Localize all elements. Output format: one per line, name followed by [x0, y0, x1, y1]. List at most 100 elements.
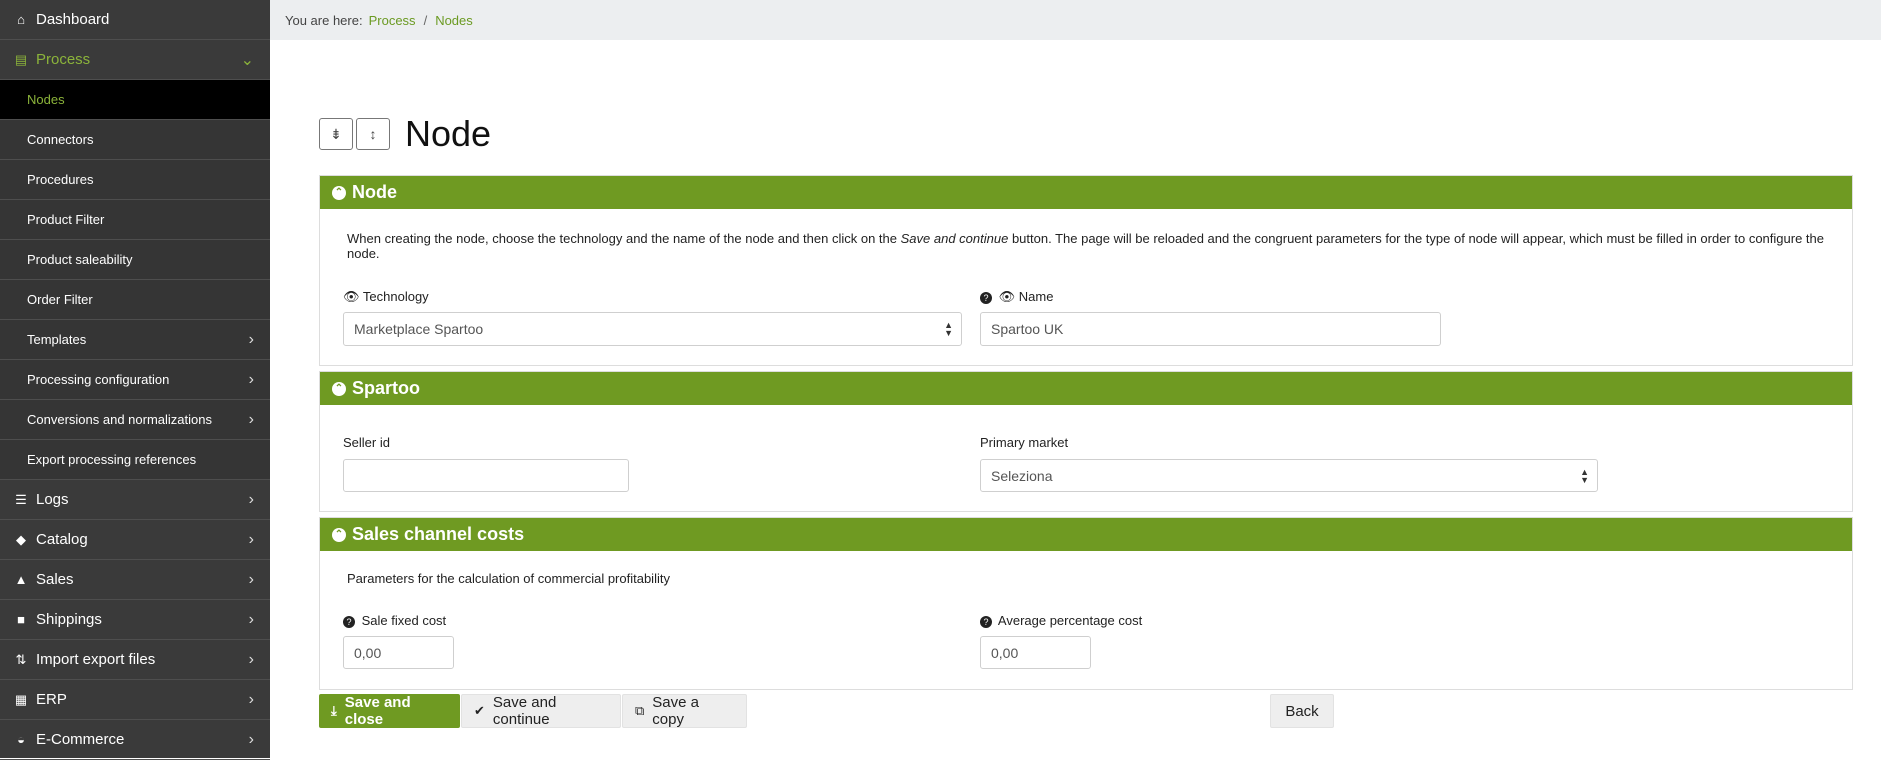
chevron-up-icon: ⌃: [332, 185, 346, 200]
sidebar-item-label: Export processing references: [27, 452, 197, 467]
node-description-em: Save and continue: [900, 231, 1009, 246]
import-export-icon: ⇅: [15, 651, 27, 667]
name-value: Spartoo UK: [991, 321, 1064, 337]
breadcrumb-link-process[interactable]: Process: [369, 13, 416, 28]
technology-label: 👁︎ Technology: [343, 289, 429, 305]
sidebar-item-sales[interactable]: ▲ Sales ›: [0, 560, 270, 600]
chevron-right-icon: ›: [248, 650, 254, 668]
sidebar-item-process[interactable]: ▤ Process ⌄: [0, 40, 270, 80]
costs-panel-title: Sales channel costs: [352, 524, 525, 544]
sidebar-item-label: Product Filter: [27, 212, 105, 227]
node-panel-header[interactable]: ⌃ Node: [320, 176, 1852, 209]
technology-value: Marketplace Spartoo: [354, 321, 484, 337]
chevron-up-icon: ⌃: [332, 527, 346, 542]
sidebar-item-label: Product saleability: [27, 252, 133, 267]
sidebar-item-processing-configuration[interactable]: Processing configuration ›: [0, 360, 270, 400]
save-and-close-label: Save and close: [344, 694, 411, 728]
node-panel: ⌃ Node When creating the node, choose th…: [319, 175, 1853, 366]
sidebar-item-procedures[interactable]: Procedures: [0, 160, 270, 200]
page-title: Node: [405, 113, 492, 154]
sale-fixed-cost-input[interactable]: 0,00: [343, 636, 454, 669]
sidebar-item-catalog[interactable]: ◆ Catalog ›: [0, 520, 270, 560]
save-and-close-button[interactable]: ⤓ Save and close: [319, 694, 460, 728]
save-and-continue-label: Save and continue: [492, 694, 557, 728]
download-icon: ⤓: [331, 703, 337, 718]
basket-icon: ◒: [17, 732, 25, 747]
sidebar-item-dashboard[interactable]: ⌂ Dashboard: [0, 0, 270, 40]
check-circle-icon: ✔: [474, 703, 485, 718]
sale-fixed-cost-label: ? Sale fixed cost: [343, 613, 446, 628]
truck-icon: ■: [17, 612, 25, 627]
help-icon[interactable]: ?: [980, 616, 992, 628]
breadcrumb-link-nodes[interactable]: Nodes: [435, 13, 473, 28]
costs-panel-header[interactable]: ⌃ Sales channel costs: [320, 518, 1852, 551]
title-row: ⇟ ↕ Node: [319, 113, 491, 155]
sidebar-item-order-filter[interactable]: Order Filter: [0, 280, 270, 320]
chevron-right-icon: ›: [248, 490, 254, 508]
costs-description: Parameters for the calculation of commer…: [347, 571, 670, 586]
primary-market-value: Seleziona: [991, 467, 1053, 484]
costs-panel: ⌃ Sales channel costs Parameters for the…: [319, 517, 1853, 690]
sidebar-item-label: Order Filter: [27, 292, 93, 307]
save-and-continue-button[interactable]: ✔ Save and continue: [461, 694, 621, 728]
chevron-right-icon: ›: [248, 730, 254, 748]
sidebar-item-label: Templates: [27, 332, 87, 347]
sidebar-item-label: Shippings: [36, 611, 102, 628]
collapse-all-button[interactable]: ⇟: [319, 118, 353, 150]
breadcrumb: You are here: Process / Nodes: [270, 0, 1881, 40]
save-a-copy-button[interactable]: ⧉ Save a copy: [622, 694, 747, 728]
name-label-text: Name: [1018, 289, 1054, 304]
home-icon: ⌂: [17, 12, 25, 27]
copy-icon: ⧉: [635, 703, 645, 718]
collapse-icon: ⇟: [330, 125, 342, 142]
seller-id-input[interactable]: [343, 459, 629, 492]
process-icon: ▤: [14, 51, 28, 67]
primary-market-label: Primary market: [980, 435, 1069, 450]
sidebar-item-product-saleability[interactable]: Product saleability: [0, 240, 270, 280]
back-label: Back: [1285, 702, 1319, 720]
expand-icon: ↕: [369, 126, 377, 142]
average-percentage-cost-value: 0,00: [991, 644, 1019, 661]
sidebar-item-label: Connectors: [27, 132, 94, 147]
sidebar-item-nodes[interactable]: Nodes: [0, 80, 270, 120]
node-description-pre: When creating the node, choose the techn…: [347, 231, 901, 246]
select-arrows-icon: ▲ ▼: [944, 320, 953, 338]
sidebar-item-product-filter[interactable]: Product Filter: [0, 200, 270, 240]
chart-icon: ▲: [14, 572, 28, 587]
breadcrumb-prefix: You are here:: [285, 12, 363, 28]
erp-icon: ▦: [14, 691, 28, 707]
sidebar-item-logs[interactable]: ☰ Logs ›: [0, 480, 270, 520]
name-input[interactable]: Spartoo UK: [980, 312, 1441, 346]
sidebar-item-label: Catalog: [36, 531, 88, 548]
primary-market-select[interactable]: Seleziona ▲ ▼: [980, 459, 1598, 492]
breadcrumb-separator: /: [423, 12, 428, 28]
help-icon[interactable]: ?: [980, 292, 992, 304]
technology-select[interactable]: Marketplace Spartoo ▲ ▼: [343, 312, 962, 346]
sidebar-item-label: Nodes: [27, 92, 65, 107]
sidebar-item-shippings[interactable]: ■ Shippings ›: [0, 600, 270, 640]
sidebar-item-label: Dashboard: [36, 11, 110, 28]
sidebar-item-connectors[interactable]: Connectors: [0, 120, 270, 160]
chevron-up-icon: ⌃: [332, 381, 346, 396]
sidebar-item-import-export[interactable]: ⇅ Import export files ›: [0, 640, 270, 680]
sidebar-item-conversions[interactable]: Conversions and normalizations ›: [0, 400, 270, 440]
sidebar-item-label: E-Commerce: [36, 731, 125, 748]
sidebar-item-erp[interactable]: ▦ ERP ›: [0, 680, 270, 720]
technology-label-text: Technology: [362, 289, 429, 304]
average-percentage-cost-input[interactable]: 0,00: [980, 636, 1091, 669]
chevron-right-icon: ›: [248, 570, 254, 588]
logs-icon: ☰: [15, 491, 27, 507]
sidebar-item-export-references[interactable]: Export processing references: [0, 440, 270, 480]
sidebar-item-ecommerce[interactable]: ◒ E-Commerce ›: [0, 720, 270, 760]
expand-all-button[interactable]: ↕: [356, 118, 390, 150]
chevron-right-icon: ›: [248, 610, 254, 628]
node-description: When creating the node, choose the techn…: [347, 231, 1852, 261]
back-button[interactable]: Back: [1270, 694, 1334, 728]
help-icon[interactable]: ?: [343, 616, 355, 628]
spartoo-panel-header[interactable]: ⌃ Spartoo: [320, 372, 1852, 405]
chevron-right-icon: ›: [248, 690, 254, 708]
node-panel-title: Node: [352, 182, 397, 202]
select-arrows-icon: ▲ ▼: [1580, 466, 1589, 485]
sidebar-item-templates[interactable]: Templates ›: [0, 320, 270, 360]
sale-fixed-cost-value: 0,00: [354, 644, 382, 661]
